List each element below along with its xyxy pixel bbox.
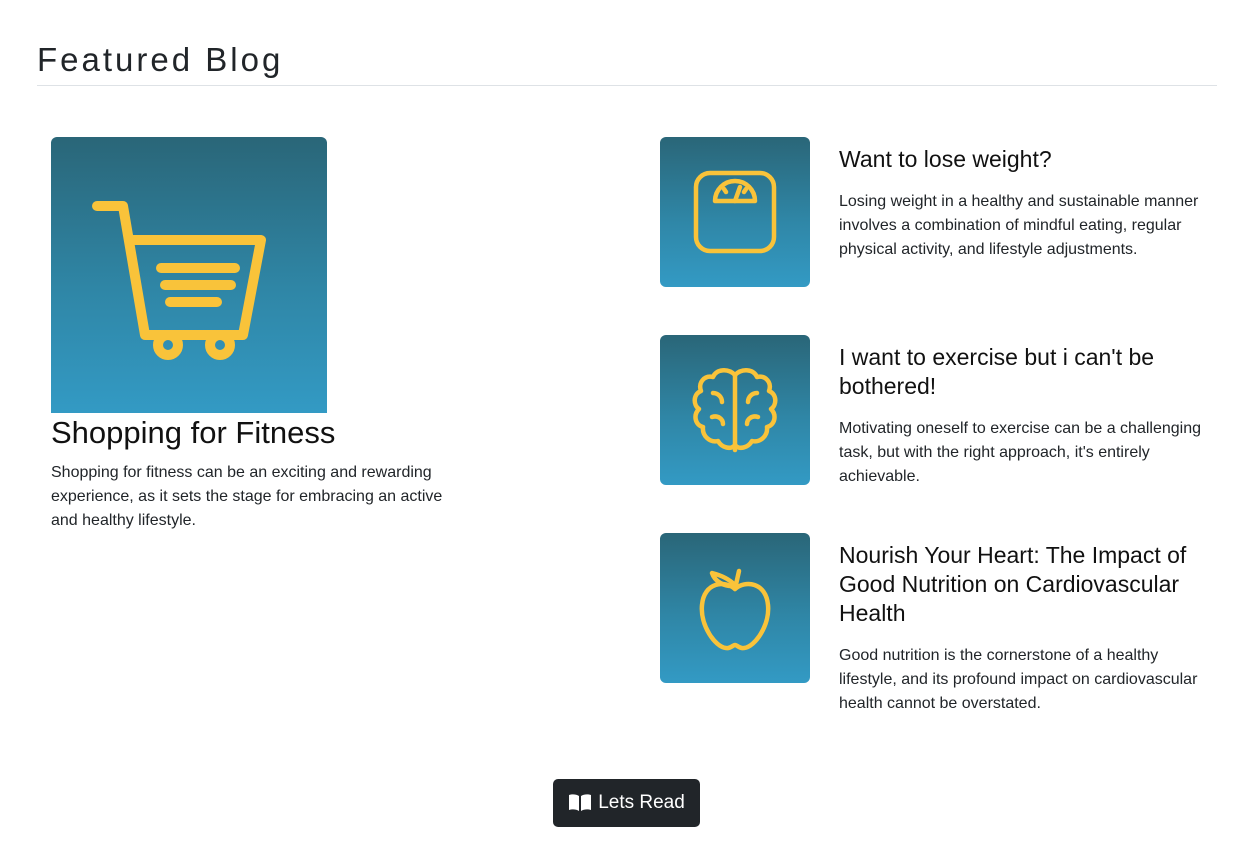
shopping-cart-icon [92,201,266,360]
apple-icon [699,568,771,651]
post-image-lose-weight[interactable] [660,137,810,287]
lets-read-label: Lets Read [598,792,685,813]
post-text-nutrition: Good nutrition is the cornerstone of a h… [839,647,1198,712]
post-text-lose-weight: Losing weight in a healthy and sustainab… [839,193,1199,258]
section-title: Featured Blog [37,41,284,78]
post-image-exercise[interactable] [660,335,810,485]
featured-card-heading[interactable]: Shopping for Fitness [51,413,335,453]
featured-card-image[interactable] [51,137,327,413]
featured-blog-section: Featured Blog Shopping for Fitness Shopp… [0,0,1234,847]
post-heading-lose-weight[interactable]: Want to lose weight? [839,145,1209,174]
post-text-exercise: Motivating oneself to exercise can be a … [839,420,1201,485]
post-heading-exercise[interactable]: I want to exercise but i can't be bother… [839,343,1209,401]
lets-read-button[interactable]: Lets Read [553,779,700,827]
brain-icon [692,368,778,453]
book-open-icon [569,794,592,811]
title-divider [37,85,1217,86]
post-image-nutrition[interactable] [660,533,810,683]
post-heading-nutrition[interactable]: Nourish Your Heart: The Impact of Good N… [839,541,1209,628]
featured-card-text: Shopping for fitness can be an exciting … [51,464,443,529]
scale-icon [693,170,777,254]
